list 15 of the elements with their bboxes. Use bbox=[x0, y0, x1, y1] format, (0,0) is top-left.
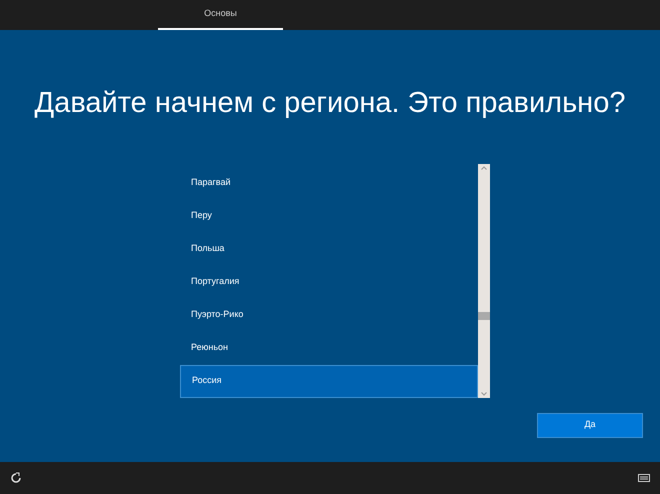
region-item[interactable]: Реюньон bbox=[180, 332, 478, 364]
tab[interactable]: Основы bbox=[158, 0, 283, 30]
region-item[interactable]: Польша bbox=[180, 232, 478, 266]
scrollbar[interactable] bbox=[478, 164, 490, 398]
region-item[interactable]: Россия bbox=[180, 364, 478, 398]
scroll-up-icon[interactable] bbox=[481, 166, 487, 170]
scroll-thumb[interactable] bbox=[478, 312, 490, 320]
confirm-button[interactable]: Да bbox=[537, 412, 643, 438]
scroll-down-icon[interactable] bbox=[481, 392, 487, 396]
region-item[interactable]: Португалия bbox=[180, 266, 478, 298]
region-item[interactable]: Перу bbox=[180, 200, 478, 232]
page-title: Давайте начнем с региона. Это правильно? bbox=[34, 86, 626, 121]
region-item[interactable]: Парагвай bbox=[180, 166, 478, 200]
keyboard-icon[interactable] bbox=[638, 474, 650, 482]
region-item[interactable]: Пуэрто-Рико bbox=[180, 298, 478, 332]
